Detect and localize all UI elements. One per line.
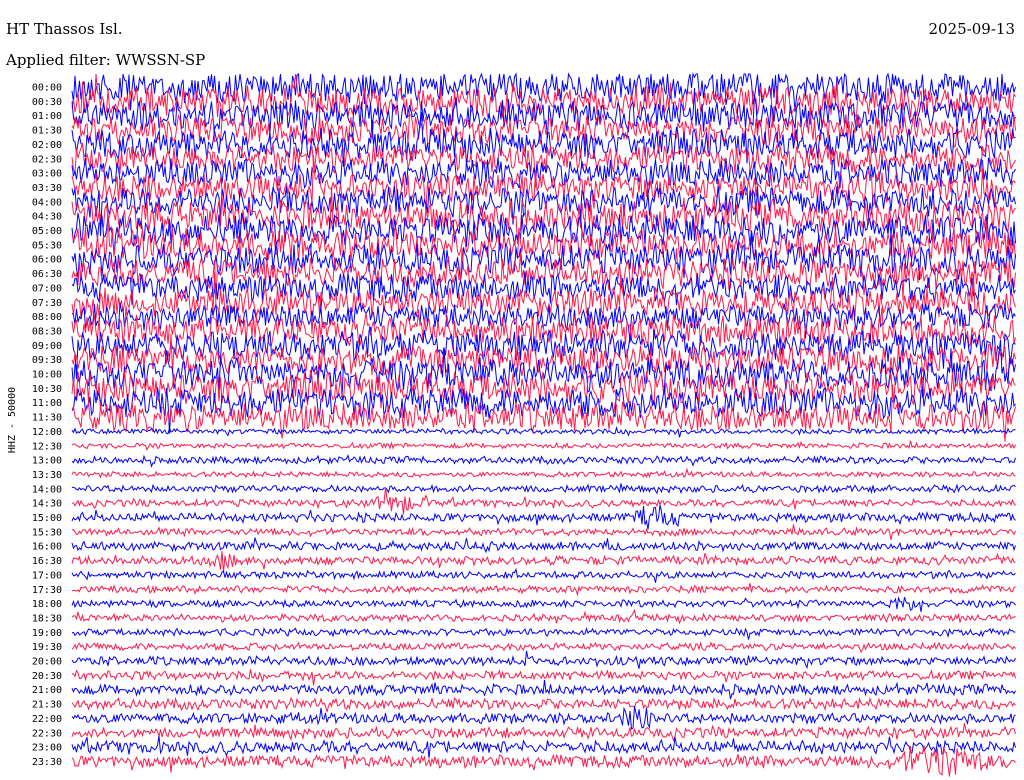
trace-row	[71, 735, 1016, 759]
row-label: 03:00	[32, 169, 62, 180]
trace-row	[71, 723, 1016, 742]
trace-row	[71, 467, 1016, 479]
row-label: 06:00	[32, 255, 62, 266]
row-label: 15:30	[32, 527, 62, 538]
row-label: 01:30	[32, 126, 62, 137]
row-label: 22:30	[32, 728, 62, 739]
row-label: 16:00	[32, 542, 62, 553]
trace-row	[71, 537, 1016, 554]
trace-row	[71, 483, 1016, 495]
row-label: 18:00	[32, 599, 62, 610]
row-label: 22:00	[32, 714, 62, 725]
row-label: 03:30	[32, 183, 62, 194]
row-label: 19:00	[32, 628, 62, 639]
trace-row	[71, 627, 1016, 640]
trace-row	[71, 440, 1016, 452]
row-label: 14:30	[32, 499, 62, 510]
trace-row	[71, 454, 1016, 468]
row-label: 14:00	[32, 484, 62, 495]
row-label: 04:00	[32, 197, 62, 208]
trace-row	[71, 641, 1016, 654]
row-label: 11:00	[32, 398, 62, 409]
helicorder-plot: HHZ - 50000 00:00 00:30 01:00 01:30 02:00 02:…	[7, 72, 1016, 777]
row-label: 02:00	[32, 140, 62, 151]
row-label: 15:00	[32, 513, 62, 524]
row-label: 01:00	[32, 111, 62, 122]
trace-row	[71, 583, 1016, 597]
row-label: 09:00	[32, 341, 62, 352]
trace-row	[71, 425, 1016, 438]
row-label: 23:00	[32, 743, 62, 754]
row-label: 12:30	[32, 441, 62, 452]
row-label: 13:00	[32, 456, 62, 467]
row-label: 20:00	[32, 657, 62, 668]
row-label: 20:30	[32, 671, 62, 682]
row-label: 07:00	[32, 283, 62, 294]
row-label: 16:30	[32, 556, 62, 567]
trace-row	[71, 696, 1016, 713]
row-label: 07:30	[32, 298, 62, 309]
row-label: 04:30	[32, 212, 62, 223]
row-label: 08:30	[32, 326, 62, 337]
trace-row	[71, 608, 1016, 625]
trace-row	[71, 596, 1016, 612]
trace-row	[71, 706, 1016, 730]
y-axis-label: HHZ - 50000	[7, 387, 18, 453]
trace-row	[71, 504, 1016, 530]
trace-row	[71, 524, 1016, 540]
row-label: 05:30	[32, 240, 62, 251]
row-label: 09:30	[32, 355, 62, 366]
row-label: 08:00	[32, 312, 62, 323]
trace-row	[71, 650, 1016, 670]
row-label: 05:00	[32, 226, 62, 237]
row-label: 23:30	[32, 757, 62, 768]
row-label: 02:30	[32, 154, 62, 165]
row-label: 17:30	[32, 585, 62, 596]
row-label: 11:30	[32, 413, 62, 424]
row-label: 12:00	[32, 427, 62, 438]
row-label: 21:30	[32, 700, 62, 711]
row-label: 10:00	[32, 370, 62, 381]
row-label: 13:30	[32, 470, 62, 481]
trace-row	[71, 679, 1016, 700]
row-label: 00:30	[32, 97, 62, 108]
row-label: 18:30	[32, 613, 62, 624]
row-label: 21:00	[32, 685, 62, 696]
row-label: 06:30	[32, 269, 62, 280]
row-label: 19:30	[32, 642, 62, 653]
trace-row	[71, 551, 1016, 573]
row-label: 10:30	[32, 384, 62, 395]
trace-row	[71, 567, 1016, 583]
row-label: 00:00	[32, 83, 62, 94]
row-label: 17:00	[32, 570, 62, 581]
